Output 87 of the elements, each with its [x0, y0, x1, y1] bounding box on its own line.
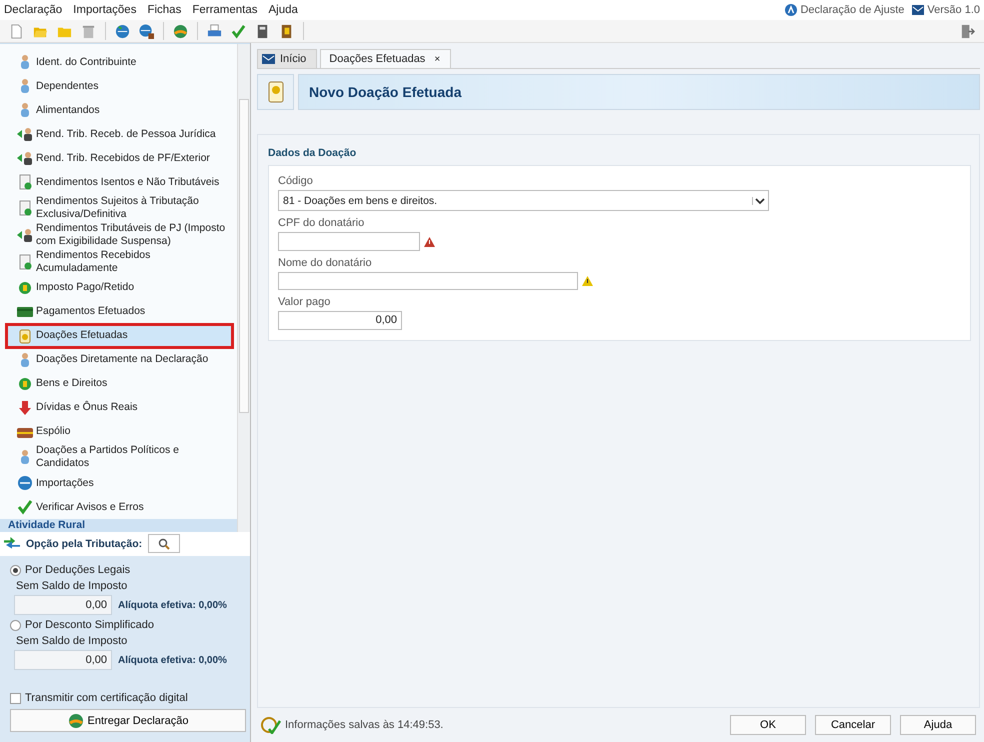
status-text: Informações salvas às 14:49:53.: [285, 719, 444, 731]
amount-field[interactable]: 0,00: [278, 311, 402, 330]
sidebar-item[interactable]: Rendimentos Recebidos Acumuladamente: [6, 248, 233, 276]
sidebar-item[interactable]: Espólio: [6, 420, 233, 444]
option-sublabel: Sem Saldo de Imposto: [15, 635, 128, 647]
menu-item[interactable]: Declaração: [4, 4, 62, 16]
down-arrow-icon: [17, 400, 33, 416]
sidebar-item[interactable]: Doações Efetuadas: [6, 324, 233, 348]
declaration-type: Declaração de Ajuste: [800, 4, 904, 16]
clock-check-icon: [261, 716, 281, 734]
menu-item[interactable]: Ajuda: [268, 4, 298, 16]
jar-icon: [17, 328, 33, 344]
radio-button[interactable]: [10, 620, 21, 630]
sidebar-item[interactable]: Rend. Trib. Receb. de Pessoa Jurídica: [6, 122, 233, 146]
field-label: CPF do donatário: [278, 217, 366, 229]
dialog-button[interactable]: Cancelar: [815, 715, 891, 735]
arrow-person-icon: [17, 150, 33, 166]
sidebar-item[interactable]: Imposto Pago/Retido: [6, 276, 233, 300]
warning-icon: [582, 276, 593, 286]
sidebar-item[interactable]: Bens e Direitos: [6, 372, 233, 396]
radio-button[interactable]: [10, 564, 21, 576]
option-sublabel: Sem Saldo de Imposto: [15, 580, 128, 592]
sidebar-item[interactable]: Doações a Partidos Políticos e Candidatos: [6, 444, 233, 471]
calculator-icon[interactable]: [255, 24, 270, 38]
tab[interactable]: Doações Efetuadas ×: [320, 49, 452, 68]
sidebar-item[interactable]: Dependentes: [6, 74, 233, 98]
submit-button[interactable]: Entregar Declaração: [10, 709, 246, 732]
sidebar-item[interactable]: Doações Diretamente na Declaração: [6, 348, 233, 372]
envelope-icon: [262, 53, 275, 65]
arrow-person-icon: [17, 226, 33, 243]
sidebar-item[interactable]: Ident. do Contribuinte: [6, 50, 233, 74]
search-button[interactable]: [148, 534, 180, 553]
close-tab-button[interactable]: ×: [434, 54, 440, 64]
section-title: Dados da Doação: [268, 147, 358, 159]
sidebar-item[interactable]: Rendimentos Sujeitos à Tributação Exclusiva/Definitiva: [6, 194, 233, 222]
sidebar-item[interactable]: Pagamentos Efetuados: [6, 300, 233, 324]
printer-icon[interactable]: [207, 24, 222, 38]
document-icon: [17, 174, 33, 190]
tab[interactable]: Início: [257, 49, 318, 68]
menu-item[interactable]: Importações: [73, 4, 136, 16]
exit-icon[interactable]: [960, 24, 975, 38]
sidebar-item[interactable]: Alimentandos: [6, 98, 233, 122]
error-icon: [424, 236, 435, 246]
sidebar-item[interactable]: Dívidas e Ônus Reais: [6, 396, 233, 420]
field-label: Valor pago: [278, 296, 332, 308]
option-label[interactable]: Por Deduções Legais: [25, 564, 130, 576]
rate-label: Alíquota efetiva: 0,00%: [118, 600, 227, 610]
arrows-icon: [4, 536, 20, 550]
rate-label: Alíquota efetiva: 0,00%: [118, 654, 227, 666]
scrollbar[interactable]: [237, 44, 250, 532]
check-icon: [17, 499, 33, 515]
document-icon: [17, 200, 33, 216]
envelope-icon: [912, 4, 924, 16]
field-label: Código: [278, 175, 314, 187]
dialog-button[interactable]: Ajuda: [900, 715, 976, 735]
sidebar-item[interactable]: Rendimentos Tributáveis de PJ (Imposto com Exigibilidade Suspensa): [6, 221, 233, 248]
checkbox-label[interactable]: Transmitir com certificação digital: [25, 692, 188, 704]
taxation-title: Opção pela Tributação:: [26, 538, 142, 550]
menu-item[interactable]: Ferramentas: [192, 4, 258, 16]
cpf-field[interactable]: [278, 232, 420, 251]
version-label: Versão 1.0: [927, 4, 980, 16]
logo-icon: [785, 4, 798, 16]
sidebar-item[interactable]: Rend. Trib. Recebidos de PF/Exterior: [6, 146, 233, 170]
amount-field: 0,00: [14, 595, 112, 615]
coin-icon: [17, 376, 33, 392]
checkbox[interactable]: [10, 692, 21, 704]
option-label[interactable]: Por Desconto Simplificado: [25, 619, 154, 631]
code-dropdown[interactable]: 81 - Doações em bens e direitos.: [278, 190, 769, 211]
check-icon[interactable]: [231, 24, 246, 38]
menu-item[interactable]: Fichas: [147, 4, 182, 16]
search-icon: [158, 538, 170, 550]
sidebar-item[interactable]: Verificar Avisos e Erros: [6, 495, 233, 519]
jar-icon: [266, 80, 284, 104]
document-icon: [17, 254, 33, 270]
field-label: Nome do donatário: [278, 257, 373, 269]
trash-icon[interactable]: [81, 24, 96, 38]
caret-icon: [752, 196, 765, 204]
name-field[interactable]: [278, 272, 578, 290]
arrow-person-icon: [17, 126, 33, 142]
coin-icon: [17, 280, 33, 296]
accordion-header[interactable]: Atividade Rural: [0, 519, 237, 532]
new-file-icon[interactable]: [9, 24, 24, 38]
sidebar-item[interactable]: Rendimentos Isentos e Não Tributáveis: [6, 170, 233, 194]
sidebar-item[interactable]: Importações: [6, 471, 233, 495]
amount-field: 0,00: [14, 650, 112, 670]
page-title: Novo Doação Efetuada: [309, 84, 462, 100]
dialog-button[interactable]: OK: [730, 715, 806, 735]
